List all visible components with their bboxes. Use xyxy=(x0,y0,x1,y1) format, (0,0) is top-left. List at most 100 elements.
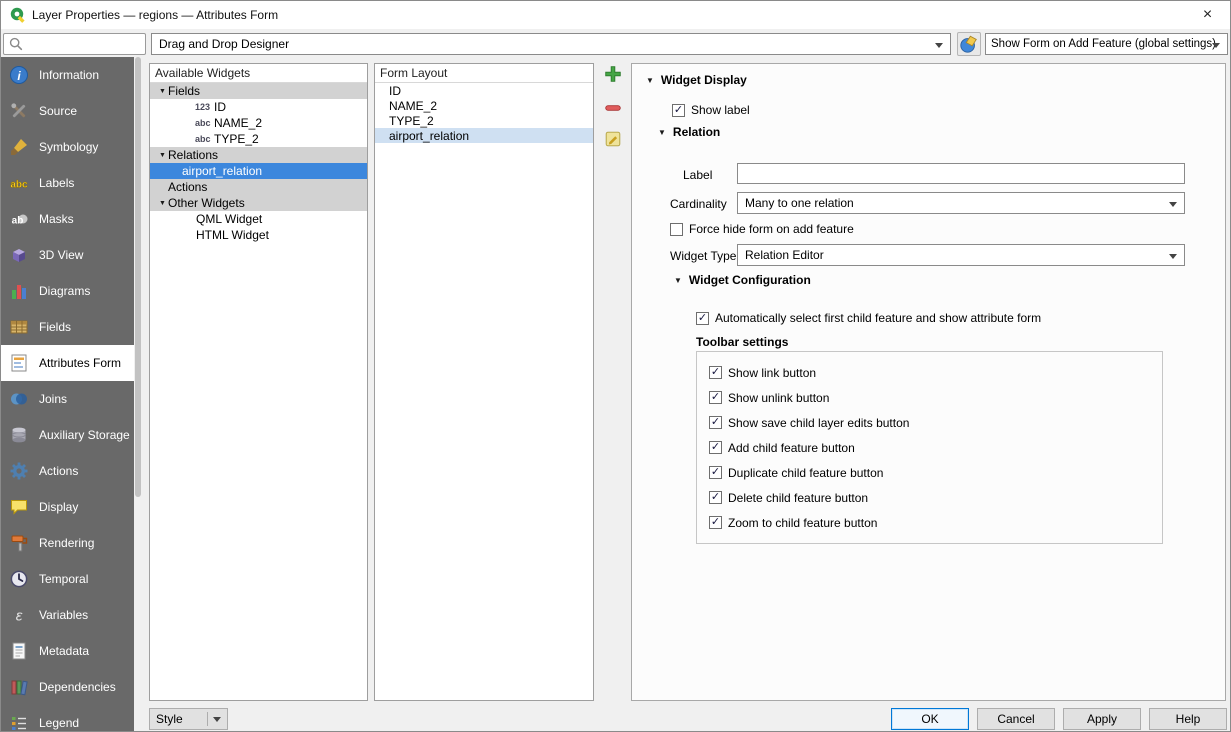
style-button[interactable]: Style xyxy=(149,708,228,730)
remove-widget-button[interactable] xyxy=(602,97,624,119)
symbology-icon xyxy=(9,137,29,157)
sidebar-item-temporal[interactable]: Temporal xyxy=(1,561,134,597)
available-widgets-panel: Available Widgets ▼ Fields 123 ID abc NA… xyxy=(149,63,368,701)
sidebar-item-information[interactable]: i Information xyxy=(1,57,134,93)
plus-icon xyxy=(603,64,623,84)
edit-widget-button[interactable] xyxy=(602,128,624,150)
sidebar-item-fields[interactable]: Fields xyxy=(1,309,134,345)
auxiliary-storage-icon xyxy=(9,425,29,445)
sidebar-item-actions[interactable]: Actions xyxy=(1,453,134,489)
information-icon: i xyxy=(9,65,29,85)
masks-icon: ab xyxy=(9,209,29,229)
relation-label-input[interactable] xyxy=(737,163,1185,184)
relation-label-label: Label xyxy=(683,168,712,182)
sidebar-item-legend[interactable]: Legend xyxy=(1,705,134,732)
duplicate-child-feature-checkbox[interactable] xyxy=(709,466,722,479)
tree-group-other-widgets[interactable]: ▼ Other Widgets xyxy=(150,195,367,211)
force-hide-checkbox[interactable] xyxy=(670,223,683,236)
collapse-arrow-icon: ▼ xyxy=(658,128,666,137)
svg-text:ab: ab xyxy=(12,216,24,227)
toolbar-option-row: Add child feature button xyxy=(697,435,1162,460)
sidebar-item-masks[interactable]: ab Masks xyxy=(1,201,134,237)
sidebar-scrollbar[interactable] xyxy=(134,57,142,732)
toolbar-settings-title: Toolbar settings xyxy=(696,335,788,349)
zoom-to-child-feature-checkbox[interactable] xyxy=(709,516,722,529)
dependencies-icon xyxy=(9,677,29,697)
sidebar-item-joins[interactable]: Joins xyxy=(1,381,134,417)
search-input[interactable] xyxy=(27,35,137,53)
show-label-row: Show label xyxy=(672,102,750,118)
sidebar-item-diagrams[interactable]: Diagrams xyxy=(1,273,134,309)
show-link-button-checkbox[interactable] xyxy=(709,366,722,379)
add-widget-button[interactable] xyxy=(602,63,624,85)
sidebar-item-auxiliary-storage[interactable]: Auxiliary Storage xyxy=(1,417,134,453)
sidebar-item-rendering[interactable]: Rendering xyxy=(1,525,134,561)
sidebar-item-display[interactable]: Display xyxy=(1,489,134,525)
cardinality-select[interactable]: Many to one relation xyxy=(737,192,1185,214)
tree-item-name-2[interactable]: abc NAME_2 xyxy=(150,115,367,131)
toolbar-option-row: Duplicate child feature button xyxy=(697,460,1162,485)
widget-configuration-section-header[interactable]: ▼ Widget Configuration xyxy=(674,273,811,287)
form-layout-item-name-2[interactable]: NAME_2 xyxy=(375,98,593,113)
edit-note-icon xyxy=(603,129,623,149)
sidebar-item-source[interactable]: Source xyxy=(1,93,134,129)
collapse-arrow-icon[interactable]: ▼ xyxy=(157,88,168,95)
tree-item-id[interactable]: 123 ID xyxy=(150,99,367,115)
widget-display-section-header[interactable]: ▼ Widget Display xyxy=(646,73,747,87)
widget-type-label: Widget Type xyxy=(670,249,736,263)
sidebar-item-labels[interactable]: abc Labels xyxy=(1,165,134,201)
add-child-feature-checkbox[interactable] xyxy=(709,441,722,454)
show-label-checkbox[interactable] xyxy=(672,104,685,117)
delete-child-feature-checkbox[interactable] xyxy=(709,491,722,504)
form-designer-select[interactable]: Drag and Drop Designer xyxy=(151,33,951,55)
ok-button[interactable]: OK xyxy=(891,708,969,730)
apply-button[interactable]: Apply xyxy=(1063,708,1141,730)
field-type-text-icon: abc xyxy=(195,134,214,144)
tree-group-fields[interactable]: ▼ Fields xyxy=(150,83,367,99)
relation-section-header[interactable]: ▼ Relation xyxy=(658,125,720,139)
toolbar-option-row: Show link button xyxy=(697,360,1162,385)
form-options-button[interactable] xyxy=(957,32,981,56)
tree-item-html-widget[interactable]: HTML Widget xyxy=(150,227,367,243)
form-layout-item-type-2[interactable]: TYPE_2 xyxy=(375,113,593,128)
close-icon[interactable]: × xyxy=(1185,1,1230,29)
sidebar-item-metadata[interactable]: Metadata xyxy=(1,633,134,669)
field-type-int-icon: 123 xyxy=(195,102,214,112)
form-on-add-feature-select[interactable]: Show Form on Add Feature (global setting… xyxy=(985,33,1228,55)
sidebar-item-attributes-form[interactable]: Attributes Form xyxy=(1,345,134,381)
sidebar-item-symbology[interactable]: Symbology xyxy=(1,129,134,165)
help-button[interactable]: Help xyxy=(1149,708,1227,730)
variables-icon: ε xyxy=(9,605,29,625)
auto-select-checkbox[interactable] xyxy=(696,312,709,325)
sidebar-item-3d-view[interactable]: 3D View xyxy=(1,237,134,273)
force-hide-row: Force hide form on add feature xyxy=(670,221,854,237)
tree-group-relations[interactable]: ▼ Relations xyxy=(150,147,367,163)
titlebar: Layer Properties — regions — Attributes … xyxy=(1,1,1230,29)
show-unlink-button-checkbox[interactable] xyxy=(709,391,722,404)
collapse-arrow-icon[interactable]: ▼ xyxy=(157,152,168,159)
toolbar-option-row: Show unlink button xyxy=(697,385,1162,410)
sidebar-item-dependencies[interactable]: Dependencies xyxy=(1,669,134,705)
legend-icon xyxy=(9,713,29,732)
sidebar: i Information Source Symbology abc Label… xyxy=(1,57,134,732)
widget-type-select[interactable]: Relation Editor xyxy=(737,244,1185,266)
tree-item-type-2[interactable]: abc TYPE_2 xyxy=(150,131,367,147)
sidebar-item-variables[interactable]: ε Variables xyxy=(1,597,134,633)
available-widgets-header: Available Widgets xyxy=(150,64,367,83)
tree-item-airport-relation[interactable]: airport_relation xyxy=(150,163,367,179)
actions-icon xyxy=(9,461,29,481)
tree-group-actions[interactable]: Actions xyxy=(150,179,367,195)
collapse-arrow-icon: ▼ xyxy=(646,76,654,85)
form-layout-item-id[interactable]: ID xyxy=(375,83,593,98)
toolbar-option-row: Delete child feature button xyxy=(697,485,1162,510)
widget-settings-panel: ▼ Widget Display Show label ▼ Relation L… xyxy=(631,63,1226,701)
collapse-arrow-icon[interactable]: ▼ xyxy=(157,200,168,207)
cancel-button[interactable]: Cancel xyxy=(977,708,1055,730)
search-box xyxy=(3,33,146,55)
form-layout-item-airport-relation[interactable]: airport_relation xyxy=(375,128,593,143)
tree-item-qml-widget[interactable]: QML Widget xyxy=(150,211,367,227)
toolbar-settings-group: Show link button Show unlink button Show… xyxy=(696,351,1163,544)
show-save-child-edits-checkbox[interactable] xyxy=(709,416,722,429)
scrollbar-thumb[interactable] xyxy=(135,57,141,497)
toolbar-option-row: Zoom to child feature button xyxy=(697,510,1162,535)
